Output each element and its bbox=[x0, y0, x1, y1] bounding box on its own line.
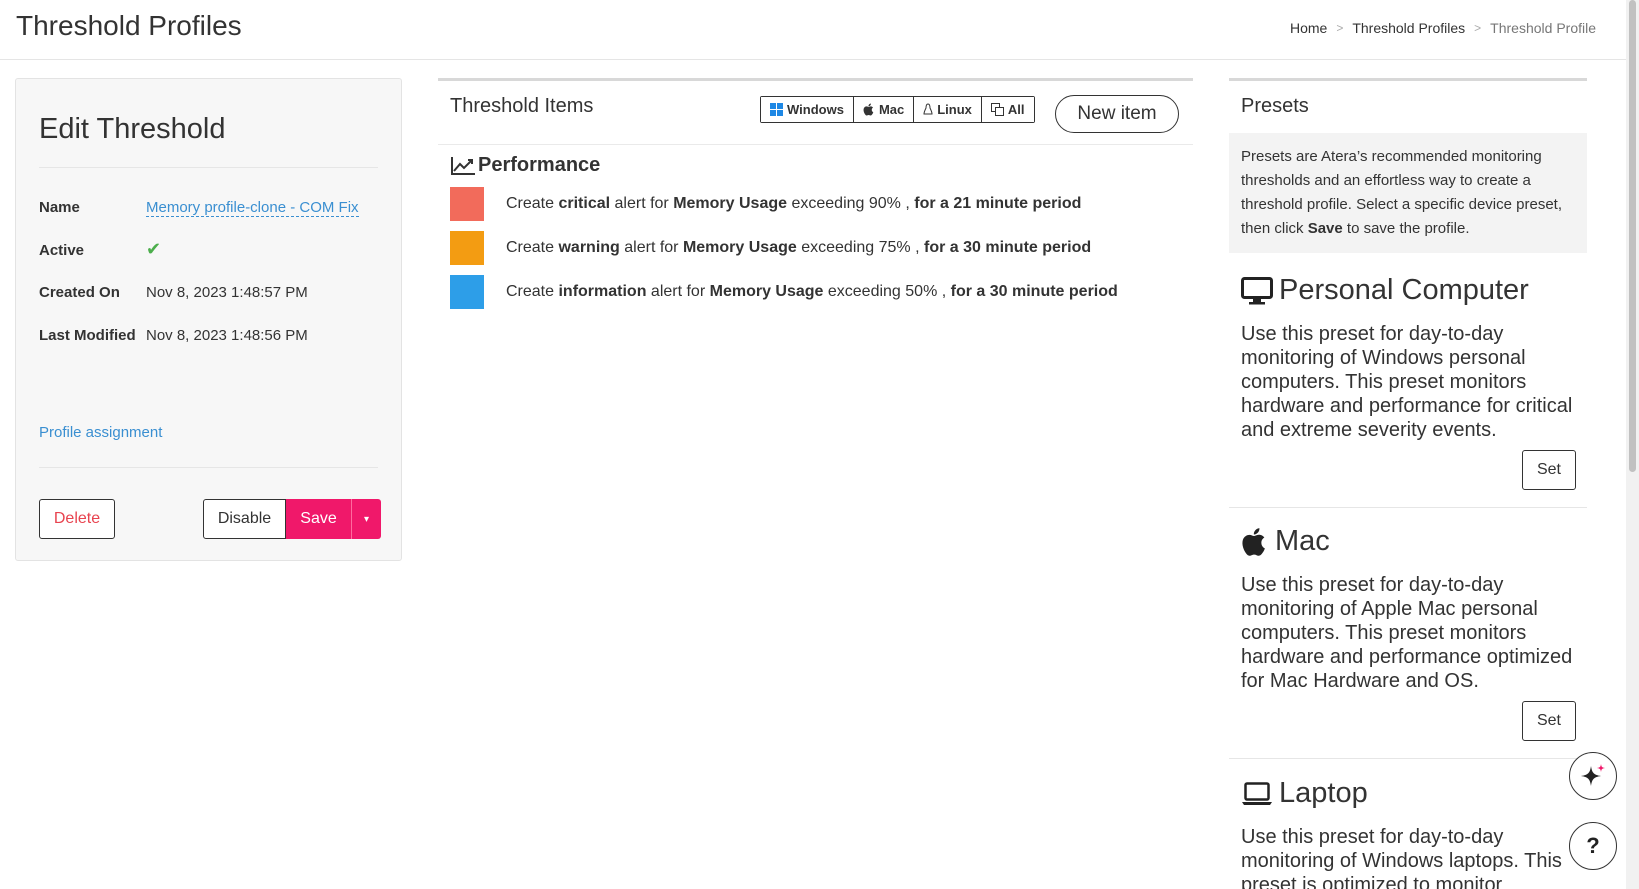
save-dropdown-button[interactable]: ▾ bbox=[351, 499, 381, 539]
line-chart-icon bbox=[450, 156, 476, 176]
preset-description: Use this preset for day-to-day monitorin… bbox=[1241, 574, 1573, 692]
os-filter-label: Mac bbox=[878, 102, 905, 117]
presets-panel: Presets Presets are Atera’s recommended … bbox=[1229, 78, 1587, 889]
apple-icon bbox=[1241, 527, 1269, 557]
threshold-item-row[interactable]: Create critical alert for Memory Usage e… bbox=[450, 187, 1081, 221]
preset-description: Use this preset for day-to-day monitorin… bbox=[1241, 323, 1573, 441]
os-filter-group: Windows Mac Linux All bbox=[760, 96, 1035, 123]
delete-button[interactable]: Delete bbox=[39, 499, 115, 539]
preset-name: Mac bbox=[1275, 525, 1330, 557]
divider bbox=[1229, 507, 1587, 508]
severity-color-swatch bbox=[450, 187, 484, 221]
severity-color-swatch bbox=[450, 275, 484, 309]
check-icon: ✔ bbox=[146, 239, 162, 259]
page-title: Threshold Profiles bbox=[16, 10, 242, 41]
preset-header: Mac bbox=[1241, 525, 1330, 558]
laptop-icon bbox=[1241, 781, 1273, 806]
threshold-item-text: Create critical alert for Memory Usage e… bbox=[506, 195, 1082, 212]
os-filter-mac[interactable]: Mac bbox=[853, 97, 915, 122]
divider bbox=[438, 144, 1193, 145]
copy-icon bbox=[990, 103, 1004, 116]
new-item-button[interactable]: New item bbox=[1055, 95, 1179, 133]
name-label: Name bbox=[39, 199, 80, 216]
preset-description: Use this preset for day-to-day monitorin… bbox=[1241, 826, 1562, 889]
preset-name: Personal Computer bbox=[1279, 274, 1529, 306]
help-button[interactable]: ? bbox=[1569, 822, 1617, 870]
set-preset-button[interactable]: Set bbox=[1522, 450, 1576, 490]
apple-icon bbox=[863, 103, 875, 116]
breadcrumb-current: Threshold Profile bbox=[1490, 20, 1596, 36]
top-header: Threshold Profiles Home > Threshold Prof… bbox=[0, 0, 1626, 60]
edit-threshold-title: Edit Threshold bbox=[39, 113, 226, 145]
threshold-item-text: Create information alert for Memory Usag… bbox=[506, 283, 1118, 300]
presets-title: Presets bbox=[1241, 95, 1309, 117]
breadcrumb-home[interactable]: Home bbox=[1290, 20, 1327, 36]
scrollbar-thumb[interactable] bbox=[1629, 0, 1636, 472]
monitor-icon bbox=[1241, 276, 1273, 305]
name-value: Memory profile-clone - COM Fix bbox=[146, 199, 359, 217]
breadcrumb: Home > Threshold Profiles > Threshold Pr… bbox=[1290, 20, 1596, 36]
page-scrollbar[interactable] bbox=[1626, 0, 1639, 889]
breadcrumb-threshold-profiles[interactable]: Threshold Profiles bbox=[1352, 20, 1465, 36]
divider bbox=[1229, 758, 1587, 759]
save-button[interactable]: Save bbox=[286, 499, 351, 539]
last-modified-label: Last Modified bbox=[39, 327, 136, 344]
windows-icon bbox=[770, 103, 783, 116]
threshold-items-title: Threshold Items bbox=[450, 95, 594, 117]
breadcrumb-separator: > bbox=[1336, 21, 1344, 35]
preset-name: Laptop bbox=[1279, 777, 1368, 809]
severity-color-swatch bbox=[450, 231, 484, 265]
performance-section-title: Performance bbox=[478, 154, 601, 176]
sparkle-icon bbox=[1579, 762, 1607, 790]
caret-down-icon: ▾ bbox=[363, 513, 370, 525]
os-filter-label: All bbox=[1007, 102, 1025, 117]
divider bbox=[39, 467, 378, 468]
preset-header: Personal Computer bbox=[1241, 274, 1529, 307]
divider bbox=[39, 167, 378, 168]
active-value: ✔ bbox=[146, 239, 161, 260]
presets-intro: Presets are Atera’s recommended monitori… bbox=[1229, 133, 1587, 253]
disable-button[interactable]: Disable bbox=[203, 499, 286, 539]
threshold-items-panel: Threshold Items Windows Mac Linux All Ne… bbox=[438, 78, 1193, 378]
help-icon: ? bbox=[1586, 833, 1600, 858]
os-filter-windows[interactable]: Windows bbox=[761, 97, 854, 122]
os-filter-label: Linux bbox=[937, 102, 972, 117]
os-filter-linux[interactable]: Linux bbox=[914, 97, 982, 122]
created-on-label: Created On bbox=[39, 284, 120, 301]
active-label: Active bbox=[39, 242, 85, 259]
set-preset-button[interactable]: Set bbox=[1522, 701, 1576, 741]
performance-section-header: Performance bbox=[450, 154, 600, 177]
edit-threshold-card: Edit Threshold Name Memory profile-clone… bbox=[15, 78, 402, 561]
breadcrumb-separator: > bbox=[1474, 21, 1482, 35]
ai-assistant-button[interactable] bbox=[1569, 752, 1617, 800]
linux-icon bbox=[923, 103, 933, 116]
threshold-item-text: Create warning alert for Memory Usage ex… bbox=[506, 239, 1092, 256]
os-filter-all[interactable]: All bbox=[981, 97, 1034, 122]
last-modified-value: Nov 8, 2023 1:48:56 PM bbox=[146, 327, 308, 344]
threshold-item-row[interactable]: Create information alert for Memory Usag… bbox=[450, 275, 1118, 309]
os-filter-label: Windows bbox=[787, 102, 844, 117]
created-on-value: Nov 8, 2023 1:48:57 PM bbox=[146, 284, 308, 301]
profile-assignment-link[interactable]: Profile assignment bbox=[39, 424, 162, 441]
preset-header: Laptop bbox=[1241, 777, 1368, 810]
profile-name-link[interactable]: Memory profile-clone - COM Fix bbox=[146, 199, 359, 217]
threshold-item-row[interactable]: Create warning alert for Memory Usage ex… bbox=[450, 231, 1091, 265]
